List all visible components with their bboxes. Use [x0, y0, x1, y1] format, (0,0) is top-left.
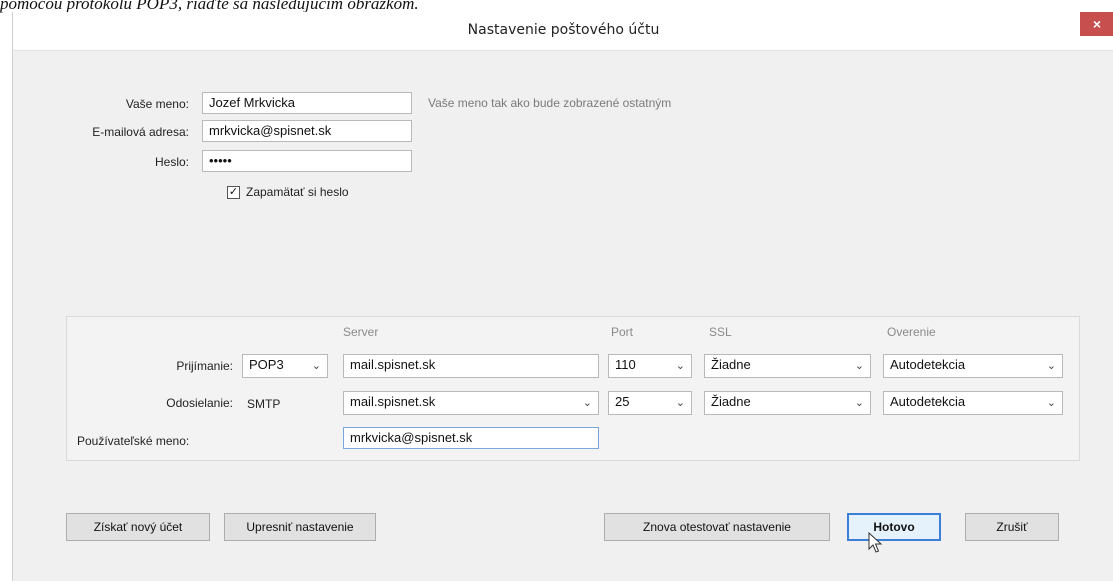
- chevron-down-icon: ⌄: [854, 397, 864, 409]
- outgoing-port-value: 25: [615, 394, 630, 409]
- remember-password-checkbox[interactable]: ✓: [227, 186, 240, 199]
- retest-settings-button[interactable]: Znova otestovať nastavenie: [604, 513, 830, 541]
- chevron-down-icon: ⌄: [1046, 360, 1056, 372]
- chevron-down-icon: ⌄: [311, 360, 321, 372]
- incoming-auth-select[interactable]: Autodetekcia ⌄: [883, 354, 1063, 378]
- header-ssl: SSL: [709, 325, 732, 339]
- close-button[interactable]: ×: [1080, 12, 1113, 36]
- dialog-title: Nastavenie poštového účtu: [467, 22, 660, 38]
- cancel-button[interactable]: Zrušiť: [965, 513, 1059, 541]
- get-new-account-button[interactable]: Získať nový účet: [66, 513, 210, 541]
- outgoing-ssl-select[interactable]: Žiadne ⌄: [704, 391, 871, 415]
- password-label: Heslo:: [154, 155, 189, 169]
- mouse-pointer-icon: [868, 532, 883, 553]
- header-server: Server: [343, 325, 379, 339]
- remember-password-label[interactable]: Zapamätať si heslo: [246, 185, 349, 199]
- name-field[interactable]: Jozef Mrkvicka: [202, 92, 412, 114]
- email-field[interactable]: mrkvicka@spisnet.sk: [202, 120, 412, 142]
- chevron-down-icon: ⌄: [675, 397, 685, 409]
- username-label: Používateľské meno:: [77, 434, 190, 448]
- name-label: Vaše meno:: [125, 97, 189, 111]
- outgoing-auth-select[interactable]: Autodetekcia ⌄: [883, 391, 1063, 415]
- password-field[interactable]: •••••: [202, 150, 412, 172]
- incoming-ssl-value: Žiadne: [711, 357, 751, 372]
- incoming-protocol-value: POP3: [249, 357, 284, 372]
- incoming-auth-value: Autodetekcia: [890, 357, 966, 372]
- outgoing-port-select[interactable]: 25 ⌄: [608, 391, 692, 415]
- outgoing-label: Odosielanie:: [166, 396, 233, 410]
- header-auth: Overenie: [887, 325, 936, 339]
- chevron-down-icon: ⌄: [1046, 397, 1056, 409]
- username-field[interactable]: mrkvicka@spisnet.sk: [343, 427, 599, 449]
- chevron-down-icon: ⌄: [675, 360, 685, 372]
- chevron-down-icon: ⌄: [582, 397, 592, 409]
- incoming-server-field[interactable]: mail.spisnet.sk: [343, 354, 599, 378]
- outgoing-server-select[interactable]: mail.spisnet.sk ⌄: [343, 391, 599, 415]
- incoming-protocol-select[interactable]: POP3 ⌄: [242, 354, 328, 378]
- chevron-down-icon: ⌄: [854, 360, 864, 372]
- server-settings-group: Server Port SSL Overenie Prijímanie: POP…: [66, 316, 1080, 461]
- outgoing-auth-value: Autodetekcia: [890, 394, 966, 409]
- header-port: Port: [611, 325, 634, 339]
- name-hint: Vaše meno tak ako bude zobrazené ostatný…: [428, 96, 672, 110]
- email-label: E-mailová adresa:: [92, 125, 189, 139]
- outgoing-server-value: mail.spisnet.sk: [350, 394, 436, 409]
- outgoing-ssl-value: Žiadne: [711, 394, 751, 409]
- done-button[interactable]: Hotovo: [847, 513, 941, 541]
- mail-account-setup-dialog: Nastavenie poštového účtu × Vaše meno: J…: [12, 12, 1113, 581]
- advanced-settings-button[interactable]: Upresniť nastavenie: [224, 513, 376, 541]
- incoming-label: Prijímanie:: [176, 359, 233, 373]
- title-bar: Nastavenie poštového účtu ×: [13, 12, 1113, 51]
- outgoing-protocol-value: SMTP: [247, 397, 281, 411]
- incoming-ssl-select[interactable]: Žiadne ⌄: [704, 354, 871, 378]
- incoming-port-select[interactable]: 110 ⌄: [608, 354, 692, 378]
- incoming-port-value: 110: [615, 357, 636, 372]
